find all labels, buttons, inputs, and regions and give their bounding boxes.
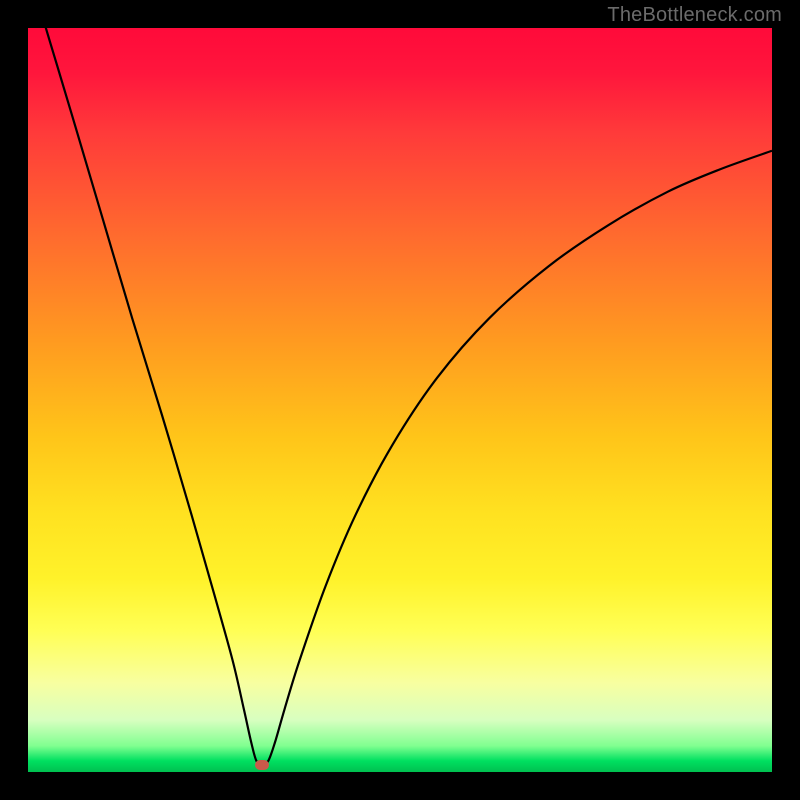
curve-layer	[28, 28, 772, 772]
minimum-marker-icon	[255, 760, 269, 770]
bottleneck-curve	[28, 28, 772, 765]
plot-area	[28, 28, 772, 772]
chart-frame: TheBottleneck.com	[0, 0, 800, 800]
attribution-text: TheBottleneck.com	[607, 4, 782, 27]
